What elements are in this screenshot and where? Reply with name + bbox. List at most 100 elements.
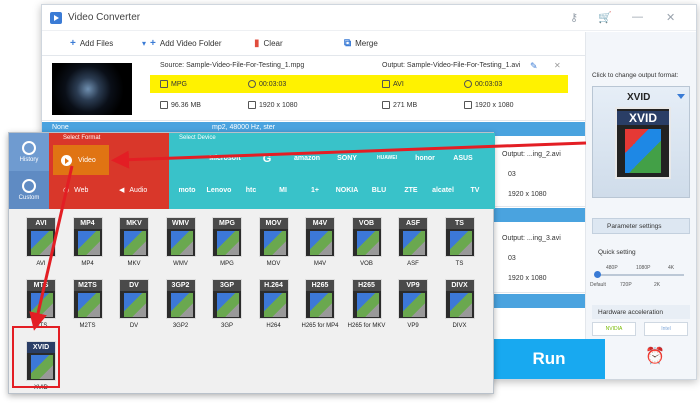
- remove-file-icon[interactable]: ✕: [554, 61, 561, 70]
- format-icon: H265: [351, 279, 382, 319]
- sony-brand[interactable]: SONY: [329, 155, 365, 162]
- run-button[interactable]: Run: [493, 339, 605, 379]
- merge-button[interactable]: ⧉ Merge: [344, 38, 378, 49]
- film-icon: [356, 293, 379, 317]
- film-icon: [124, 231, 146, 255]
- cart-icon[interactable]: 🛒: [598, 11, 612, 24]
- huawei-brand[interactable]: HUAWEI: [369, 155, 405, 161]
- format-item[interactable]: TS TS: [438, 217, 482, 275]
- quality-slider[interactable]: [594, 271, 684, 278]
- film-icon: [263, 231, 286, 255]
- output-filename: Output: ...ing_2.avi: [502, 151, 561, 158]
- format-item[interactable]: DIVX DIVX: [438, 279, 482, 337]
- blu-brand[interactable]: BLU: [361, 187, 397, 194]
- custom-tab[interactable]: Custom: [9, 171, 49, 209]
- web-tab[interactable]: ◎ Web: [63, 179, 88, 201]
- key-icon[interactable]: ⚷: [570, 11, 578, 24]
- format-item[interactable]: MPG MPG: [205, 217, 249, 275]
- dropdown-icon: ▾: [142, 39, 147, 48]
- format-item[interactable]: ASF ASF: [391, 217, 435, 275]
- format-item[interactable]: AVI AVI: [19, 217, 63, 275]
- alcatel-brand[interactable]: alcatel: [425, 187, 461, 194]
- motorola-brand[interactable]: moto: [169, 187, 205, 194]
- clear-button[interactable]: ▮ Clear: [254, 38, 283, 49]
- quality-label: 720P: [620, 282, 632, 288]
- device-brands: Select Device Microsoft G amazon SONY HU…: [169, 133, 495, 209]
- htc-brand[interactable]: htc: [233, 187, 269, 194]
- slider-knob[interactable]: [594, 271, 601, 278]
- audio-track-select[interactable]: mp2, 48000 Hz, ster: [212, 124, 275, 131]
- quality-label: Default: [590, 282, 606, 288]
- close-icon[interactable]: ✕: [666, 11, 675, 24]
- oneplus-brand[interactable]: 1+: [297, 187, 333, 194]
- format-label: 3GP: [220, 323, 233, 329]
- xiaomi-brand[interactable]: MI: [265, 187, 301, 194]
- history-tab[interactable]: History: [9, 133, 49, 171]
- output-filename: Output: Sample-Video-File-For-Testing_1.…: [382, 62, 521, 69]
- select-device-header: Select Device: [179, 135, 216, 141]
- intel-logo[interactable]: Intel: [644, 322, 688, 336]
- format-item[interactable]: 3GP 3GP: [205, 279, 249, 337]
- add-files-button[interactable]: + Add Files: [70, 38, 113, 49]
- amazon-brand[interactable]: amazon: [289, 155, 325, 162]
- format-label: H265 for MKV: [347, 323, 386, 329]
- nokia-brand[interactable]: NOKIA: [329, 187, 365, 194]
- format-item[interactable]: H.264 H264: [252, 279, 296, 337]
- minimize-icon[interactable]: —: [632, 11, 643, 23]
- resolution-icon: [248, 101, 256, 109]
- format-icon: DIVX: [444, 279, 475, 319]
- resolution-icon: [464, 101, 472, 109]
- title-bar: Video Converter ⚷ 🛒 — ✕: [42, 5, 696, 31]
- edit-pencil-icon[interactable]: ✎: [530, 61, 538, 72]
- format-label: VP9: [407, 323, 419, 329]
- format-item[interactable]: WMV WMV: [159, 217, 203, 275]
- side-tabs: History Custom: [9, 133, 49, 209]
- format-item[interactable]: MKV MKV: [112, 217, 156, 275]
- speaker-icon: ◀: [119, 187, 125, 194]
- lenovo-brand[interactable]: Lenovo: [201, 187, 237, 194]
- format-item[interactable]: VP9 VP9: [391, 279, 435, 337]
- format-icon: DV: [119, 279, 149, 319]
- film-icon: [310, 293, 332, 317]
- format-icon: VP9: [398, 279, 428, 319]
- format-item[interactable]: VOB VOB: [345, 217, 389, 275]
- audio-tab[interactable]: ◀ Audio: [119, 179, 147, 201]
- google-brand[interactable]: G: [249, 153, 285, 165]
- format-item[interactable]: MOV MOV: [252, 217, 296, 275]
- hardware-acceleration-toggle[interactable]: Hardware acceleration: [592, 305, 690, 319]
- output-format-selector[interactable]: XVID XVID: [592, 86, 690, 198]
- format-item[interactable]: H265 H265 for MP4: [298, 279, 342, 337]
- honor-brand[interactable]: honor: [407, 155, 443, 162]
- format-label: MKV: [127, 261, 141, 267]
- subtitle-select[interactable]: None: [52, 124, 69, 131]
- add-folder-button[interactable]: ▾ + Add Video Folder: [142, 38, 222, 49]
- quality-label: 2K: [654, 282, 661, 288]
- format-label: H264: [266, 323, 281, 329]
- asus-brand[interactable]: ASUS: [445, 155, 481, 162]
- alarm-clock-icon[interactable]: ⏰: [645, 346, 671, 372]
- format-label: MP4: [81, 261, 94, 267]
- film-icon: [310, 231, 332, 255]
- parameter-settings-button[interactable]: Parameter settings: [592, 218, 690, 234]
- tv-brand[interactable]: TV: [457, 187, 493, 194]
- nvidia-logo[interactable]: NVIDIA: [592, 322, 636, 336]
- format-item[interactable]: H265 H265 for MKV: [345, 279, 389, 337]
- format-icon: [382, 80, 390, 88]
- output-resolution: 1920 x 1080: [464, 101, 514, 109]
- file-row-1[interactable]: Source: Sample-Video-File-For-Testing_1.…: [42, 57, 585, 121]
- video-tab[interactable]: Video: [53, 145, 109, 175]
- format-label: MPG: [220, 261, 234, 267]
- format-item[interactable]: M2TS M2TS: [66, 279, 110, 337]
- format-item[interactable]: M4V M4V: [298, 217, 342, 275]
- format-label: H265 for MP4: [301, 323, 339, 329]
- film-icon: [217, 231, 239, 255]
- quality-label: 480P: [606, 265, 618, 271]
- format-item[interactable]: DV DV: [112, 279, 156, 337]
- selected-format-highlight: [12, 326, 60, 388]
- zte-brand[interactable]: ZTE: [393, 187, 429, 194]
- format-item[interactable]: 3GP2 3GP2: [159, 279, 203, 337]
- microsoft-brand[interactable]: Microsoft: [207, 155, 243, 162]
- format-item[interactable]: MP4 MP4: [66, 217, 110, 275]
- highlight-band: [150, 75, 568, 93]
- plus-icon: +: [150, 38, 156, 49]
